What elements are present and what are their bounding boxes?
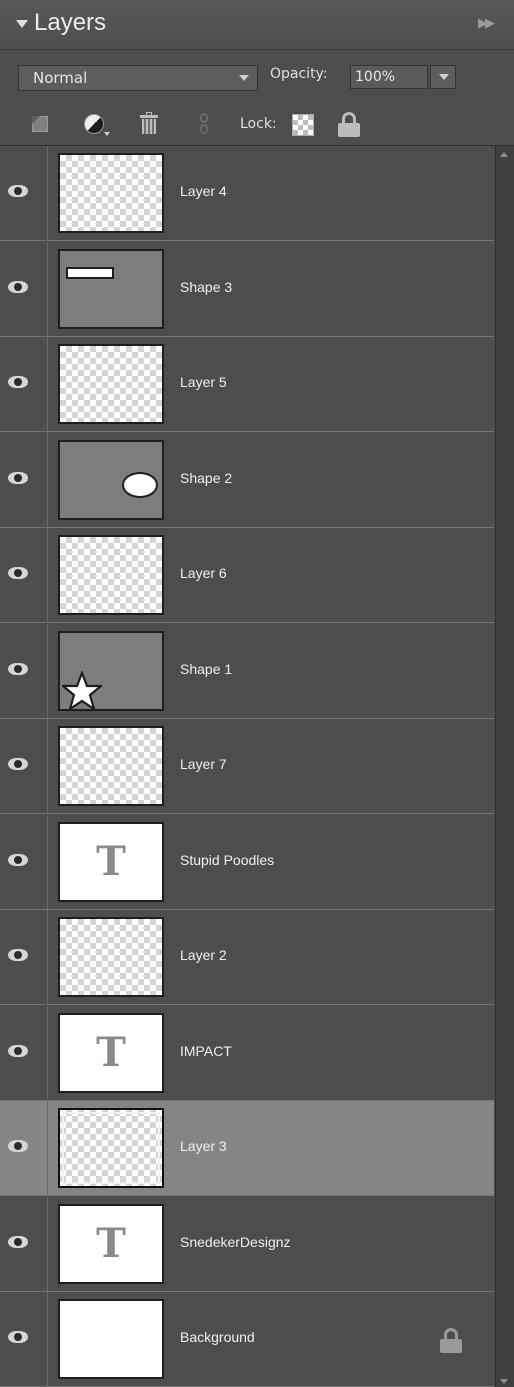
- link-icon[interactable]: [194, 112, 218, 136]
- layer-name: Shape 1: [180, 660, 233, 677]
- visibility-toggle[interactable]: [0, 814, 48, 910]
- layer-name: Background: [180, 1329, 255, 1345]
- panel-title: Layers: [34, 9, 107, 36]
- scroll-up-arrow-icon[interactable]: [500, 152, 508, 157]
- layer-thumbnail[interactable]: [58, 535, 164, 615]
- layer-list[interactable]: Layer 4 Shape 3 Layer 5 Shape 2 Layer 6 Shape…: [0, 146, 494, 1387]
- lock-transparent-pixels-icon[interactable]: [292, 112, 316, 136]
- blend-mode-value: Normal: [33, 69, 88, 87]
- visibility-toggle[interactable]: [0, 1005, 48, 1101]
- blend-mode-dropdown[interactable]: Normal: [18, 65, 258, 91]
- chevron-down-icon: [239, 75, 249, 81]
- visibility-toggle[interactable]: [0, 1196, 48, 1292]
- layer-name: IMPACT: [180, 1042, 232, 1059]
- eye-icon[interactable]: [8, 1140, 28, 1152]
- layer-name: Layer 2: [180, 947, 227, 963]
- opacity-input[interactable]: 100%: [350, 65, 428, 89]
- layer-row[interactable]: Shape 2: [0, 432, 494, 528]
- eye-icon[interactable]: [8, 662, 28, 675]
- layer-row[interactable]: Layer 7: [0, 719, 494, 814]
- layer-thumbnail[interactable]: [58, 917, 164, 997]
- layer-name: Layer 6: [180, 565, 227, 581]
- trash-icon[interactable]: [138, 112, 162, 136]
- collapse-triangle-icon[interactable]: [16, 20, 28, 28]
- layer-name: Layer 7: [180, 756, 227, 772]
- tool-row: Lock:: [0, 104, 514, 144]
- layer-name: Stupid Poodles: [180, 851, 275, 868]
- eye-icon[interactable]: [8, 1331, 28, 1343]
- visibility-toggle[interactable]: [0, 241, 48, 337]
- layer-row[interactable]: T SnedekerDesignz: [0, 1196, 494, 1292]
- layer-name: Layer 5: [180, 374, 227, 390]
- text-layer-icon: T: [96, 1219, 126, 1267]
- layer-lock-icon[interactable]: [440, 1328, 462, 1354]
- layer-thumbnail[interactable]: T: [58, 1203, 164, 1284]
- layer-name: Layer 4: [180, 183, 227, 199]
- eye-icon[interactable]: [8, 1235, 28, 1248]
- layer-thumbnail[interactable]: [58, 153, 164, 233]
- panel-menu-icon[interactable]: ▶▶: [478, 16, 495, 31]
- layer-thumbnail[interactable]: [58, 248, 164, 329]
- layer-row[interactable]: T IMPACT: [0, 1005, 494, 1101]
- panel-header[interactable]: Layers ▶▶: [0, 0, 514, 50]
- layer-row[interactable]: Layer 5: [0, 337, 494, 432]
- layer-name: Shape 3: [180, 278, 233, 295]
- layer-row[interactable]: Shape 3: [0, 241, 494, 337]
- eye-icon[interactable]: [8, 376, 28, 388]
- eye-icon[interactable]: [8, 185, 28, 197]
- options-row: Normal Opacity: 100%: [0, 54, 514, 98]
- visibility-toggle[interactable]: [0, 432, 48, 528]
- opacity-label: Opacity:: [270, 66, 328, 82]
- layer-row[interactable]: Layer 4: [0, 146, 494, 241]
- rectangle-shape-icon: [66, 266, 114, 279]
- layer-thumbnail[interactable]: T: [58, 1012, 164, 1093]
- visibility-toggle[interactable]: [0, 623, 48, 719]
- visibility-toggle[interactable]: [0, 337, 48, 432]
- visibility-toggle[interactable]: [0, 146, 48, 241]
- layer-thumbnail[interactable]: [58, 630, 164, 711]
- new-layer-icon[interactable]: [30, 112, 54, 136]
- visibility-toggle[interactable]: [0, 1101, 48, 1196]
- lock-label: Lock:: [240, 116, 277, 132]
- layer-list-container: Layer 4 Shape 3 Layer 5 Shape 2 Layer 6 Shape…: [0, 145, 514, 1387]
- layer-thumbnail[interactable]: [58, 439, 164, 520]
- eye-icon[interactable]: [8, 758, 28, 770]
- layer-thumbnail[interactable]: [58, 344, 164, 424]
- layer-row[interactable]: T Stupid Poodles: [0, 814, 494, 910]
- eye-icon[interactable]: [8, 1044, 28, 1057]
- chevron-down-icon: [439, 74, 449, 80]
- text-layer-icon: T: [96, 837, 126, 885]
- layer-name: Shape 2: [180, 469, 233, 486]
- layer-name: Layer 3: [180, 1138, 227, 1154]
- visibility-toggle[interactable]: [0, 1292, 48, 1387]
- layer-thumbnail[interactable]: T: [58, 821, 164, 902]
- layer-thumbnail[interactable]: [58, 1108, 164, 1188]
- scroll-down-arrow-icon[interactable]: [500, 1379, 508, 1384]
- layer-thumbnail[interactable]: [58, 726, 164, 806]
- layers-panel: Layers ▶▶ Normal Opacity: 100% Lock: Lay…: [0, 0, 514, 1387]
- star-shape-icon: [60, 669, 105, 709]
- layer-row[interactable]: Layer 3: [0, 1101, 494, 1196]
- text-layer-icon: T: [96, 1028, 126, 1076]
- opacity-dropdown-button[interactable]: [430, 65, 456, 89]
- ellipse-shape-icon: [122, 471, 158, 498]
- eye-icon[interactable]: [8, 853, 28, 866]
- layer-row[interactable]: Background: [0, 1292, 494, 1387]
- layer-thumbnail[interactable]: [58, 1299, 164, 1379]
- lock-all-icon[interactable]: [338, 112, 362, 137]
- eye-icon[interactable]: [8, 471, 28, 484]
- layer-row[interactable]: Shape 1: [0, 623, 494, 719]
- scrollbar[interactable]: [495, 146, 514, 1387]
- eye-icon[interactable]: [8, 280, 28, 293]
- adjustment-layer-icon[interactable]: [82, 112, 110, 136]
- eye-icon[interactable]: [8, 949, 28, 961]
- layer-row[interactable]: Layer 6: [0, 528, 494, 623]
- eye-icon[interactable]: [8, 567, 28, 579]
- visibility-toggle[interactable]: [0, 719, 48, 814]
- visibility-toggle[interactable]: [0, 528, 48, 623]
- layer-name: SnedekerDesignz: [180, 1233, 291, 1250]
- layer-row[interactable]: Layer 2: [0, 910, 494, 1005]
- visibility-toggle[interactable]: [0, 910, 48, 1005]
